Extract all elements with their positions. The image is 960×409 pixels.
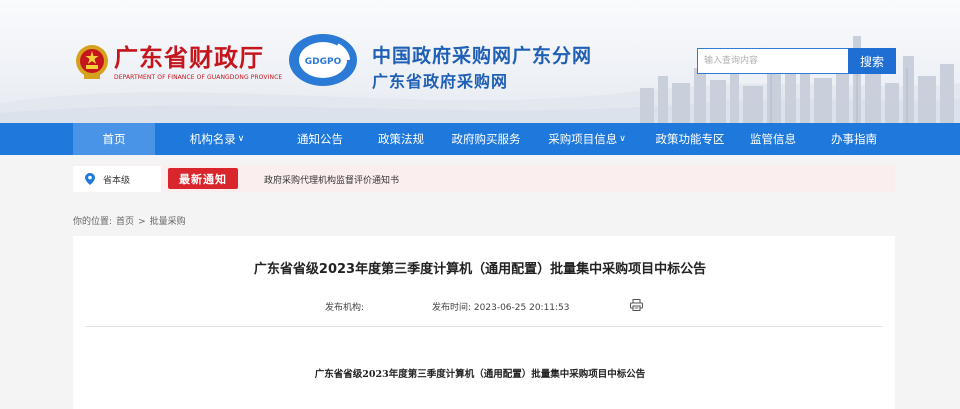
logo-text: GDGPO bbox=[305, 57, 342, 67]
breadcrumb: 你的位置: 首页 > 批量采购 bbox=[73, 214, 190, 227]
article-body-title: 广东省省级2023年度第三季度计算机（通用配置）批量集中采购项目中标公告 bbox=[314, 369, 646, 380]
nav-item-label: 首页 bbox=[102, 132, 126, 146]
nav-item-label: 通知公告 bbox=[297, 132, 343, 146]
main-nav: 首页 机构名录 ∨ 通知公告 政策法规 政府购买服务 采购项目信息 ∨ 政策功能专区… bbox=[0, 123, 960, 155]
mof-title: 广东省财政厅 bbox=[114, 43, 264, 72]
nav-item-home[interactable]: 首页 bbox=[73, 123, 155, 155]
nav-item-label: 采购项目信息 bbox=[548, 132, 618, 146]
nav-item-procurement-info[interactable]: 采购项目信息 ∨ bbox=[540, 123, 634, 155]
breadcrumb-separator: > bbox=[138, 217, 146, 227]
site-header: 广东省财政厅 DEPARTMENT OF FINANCE OF GUANGDON… bbox=[0, 0, 960, 123]
publish-time-label: 发布时间: bbox=[432, 303, 472, 313]
notice-link[interactable]: 政府采购代理机构监督评价通知书 bbox=[264, 173, 399, 186]
nav-item-label: 机构名录 bbox=[189, 132, 236, 146]
breadcrumb-home[interactable]: 首页 bbox=[116, 217, 134, 227]
city-skyline-decoration bbox=[640, 36, 954, 123]
level-label: 省本级 bbox=[103, 175, 131, 186]
chevron-down-icon: ∨ bbox=[619, 134, 626, 144]
breadcrumb-current[interactable]: 批量采购 bbox=[150, 217, 186, 227]
breadcrumb-prefix: 你的位置: bbox=[73, 217, 113, 227]
publish-time: 发布时间: 2023-06-25 20:11:53 bbox=[432, 300, 570, 313]
latest-notice-badge: 最新通知 bbox=[168, 168, 238, 189]
nav-item-guide[interactable]: 办事指南 bbox=[818, 123, 890, 155]
gdgpo-logo-icon[interactable]: GDGPO bbox=[287, 32, 359, 88]
nav-item-label: 监管信息 bbox=[750, 132, 796, 146]
publisher-label: 发布机构: bbox=[325, 303, 365, 313]
mof-subtitle: DEPARTMENT OF FINANCE OF GUANGDONG PROVI… bbox=[114, 74, 283, 81]
publish-time-value: 2023-06-25 20:11:53 bbox=[473, 303, 570, 313]
level-selector[interactable]: 省本级 bbox=[73, 166, 161, 192]
location-pin-icon bbox=[85, 173, 95, 185]
nav-item-notices[interactable]: 通知公告 bbox=[280, 123, 360, 155]
search-button[interactable]: 搜索 bbox=[848, 48, 896, 74]
nav-item-supervision[interactable]: 监管信息 bbox=[738, 123, 808, 155]
nav-item-policy-zone[interactable]: 政策功能专区 bbox=[646, 123, 734, 155]
site-subtitle: 广东省政府采购网 bbox=[372, 72, 509, 91]
nav-item-policies[interactable]: 政策法规 bbox=[362, 123, 440, 155]
nav-item-label: 政策法规 bbox=[378, 132, 424, 146]
nav-item-gov-services[interactable]: 政府购买服务 bbox=[442, 123, 530, 155]
article-title: 广东省省级2023年度第三季度计算机（通用配置）批量集中采购项目中标公告 bbox=[253, 262, 707, 277]
site-title: 中国政府采购网广东分网 bbox=[372, 45, 593, 67]
article-divider bbox=[85, 326, 883, 327]
national-emblem-icon bbox=[76, 45, 108, 79]
search-input[interactable] bbox=[697, 48, 849, 74]
nav-item-directory[interactable]: 机构名录 ∨ bbox=[170, 123, 264, 155]
nav-item-label: 办事指南 bbox=[831, 132, 877, 146]
nav-item-label: 政策功能专区 bbox=[655, 132, 725, 146]
print-icon[interactable] bbox=[630, 299, 643, 311]
chevron-down-icon: ∨ bbox=[237, 134, 245, 144]
nav-item-label: 政府购买服务 bbox=[451, 132, 521, 146]
